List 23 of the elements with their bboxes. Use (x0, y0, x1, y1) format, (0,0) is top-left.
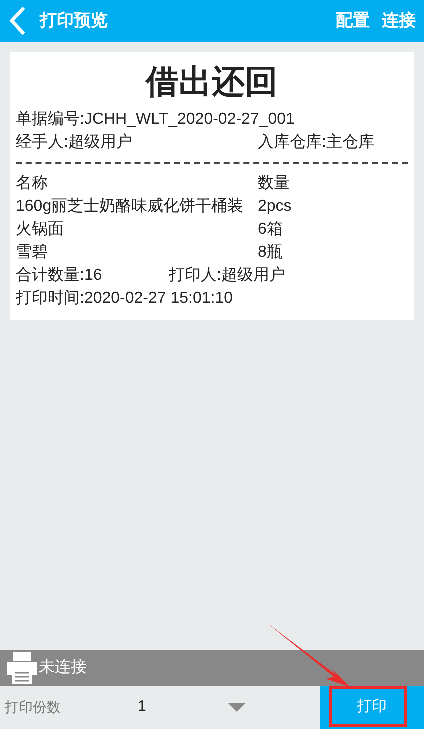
header-action[interactable]: 连接 (382, 8, 416, 34)
connection-status: 未连接 (39, 658, 87, 678)
item-quantity: 6箱 (258, 220, 283, 240)
item-name: 火锅面 (16, 220, 65, 240)
receipt-title: 借出还回 (144, 62, 279, 102)
printed-by: 打印人:超级用户 (169, 266, 286, 286)
header-action[interactable]: 配置 (336, 8, 370, 34)
column-header: 名称 (16, 174, 49, 194)
print-time: 打印时间:2020-02-27 15:01:10 (16, 288, 234, 309)
item-quantity: 2pcs (258, 197, 292, 217)
warehouse: 入库仓库:主仓库 (258, 132, 374, 153)
copies-dropdown[interactable]: 1 (138, 686, 258, 729)
dropdown-icon (228, 703, 246, 712)
column-header: 数量 (258, 174, 290, 194)
item-name: 160g丽芝士奶酪味威化饼干桶装 (16, 196, 245, 217)
item-name: 雪碧 (16, 243, 49, 263)
copies-label: 打印份数 (5, 698, 62, 717)
total-quantity: 合计数量:16 (16, 266, 104, 286)
page-title: 打印预览 (40, 10, 108, 32)
document-number: 单据编号:JCHH_WLT_2020-02-27_001 (16, 110, 296, 130)
handler: 经手人:超级用户 (16, 132, 134, 153)
item-quantity: 8瓶 (258, 243, 283, 263)
back-icon[interactable] (8, 6, 28, 36)
